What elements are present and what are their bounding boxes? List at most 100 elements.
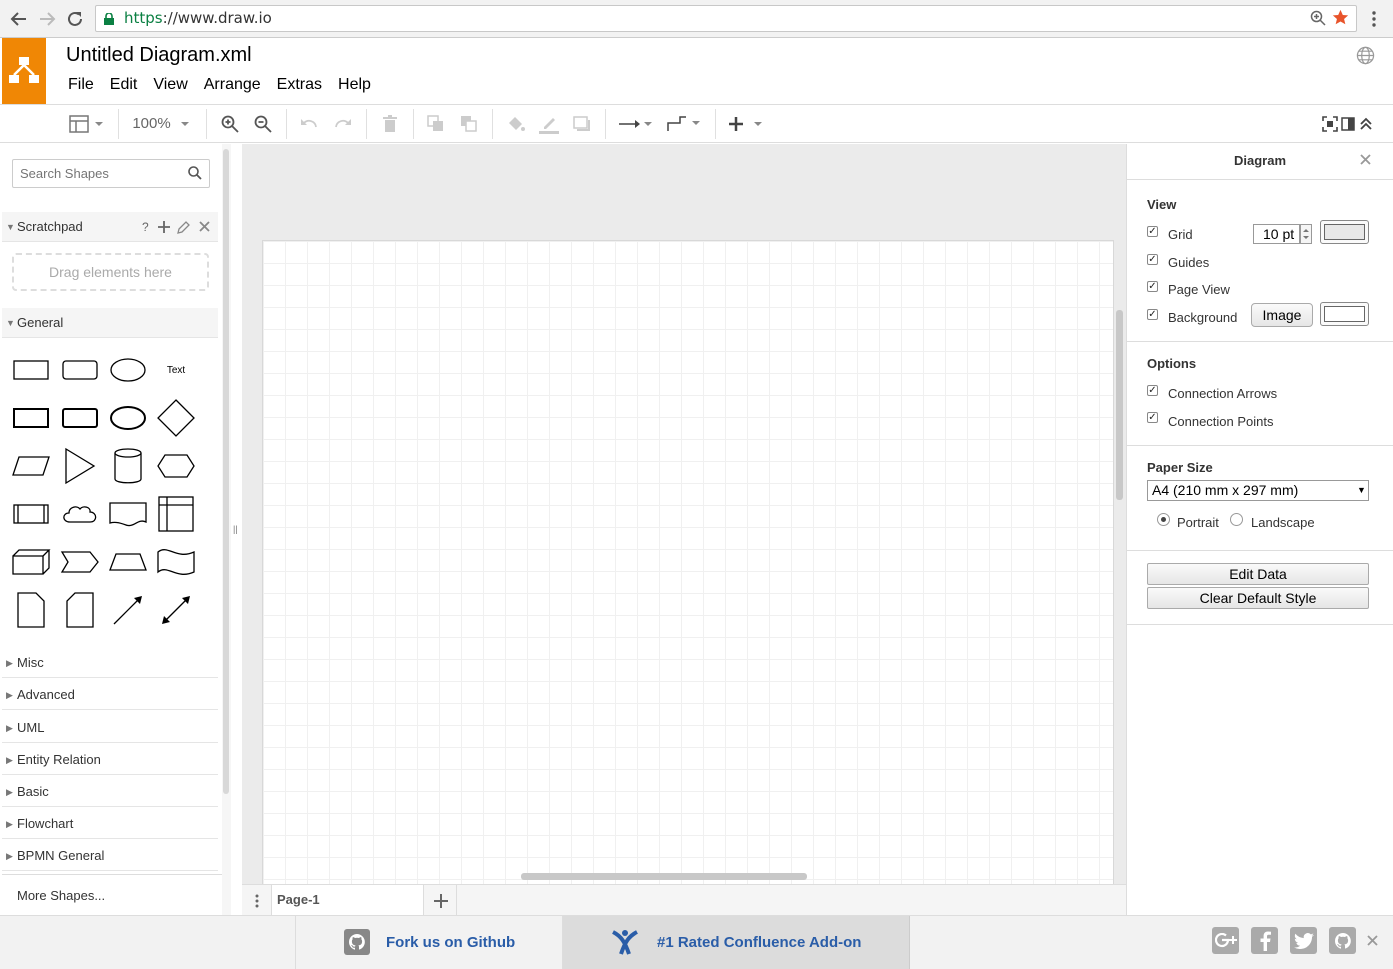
close-icon[interactable] (1360, 154, 1371, 165)
redo-icon[interactable] (331, 105, 355, 142)
zoom-out-icon[interactable] (251, 105, 275, 142)
diagram-title[interactable]: Untitled Diagram.xml (66, 44, 252, 67)
menu-help[interactable]: Help (330, 75, 379, 95)
zoom-indicator-icon[interactable] (1310, 10, 1326, 26)
undo-icon[interactable] (297, 105, 321, 142)
bookmark-star-icon[interactable] (1332, 9, 1349, 26)
connection-arrows-checkbox[interactable]: ✓ (1147, 385, 1158, 396)
language-globe-icon[interactable] (1356, 46, 1375, 65)
menu-file[interactable]: File (60, 75, 102, 95)
sidebar-section-flowchart[interactable]: ▶ Flowchart (2, 809, 218, 839)
cube-shape[interactable] (7, 538, 55, 586)
sidebar-section-entity-relation[interactable]: ▶ Entity Relation (2, 745, 218, 775)
sidebar-section-basic[interactable]: ▶ Basic (2, 777, 218, 807)
trapezoid-shape[interactable] (104, 538, 152, 586)
rounded-square-shape[interactable] (56, 394, 104, 442)
paper-size-select[interactable]: A4 (210 mm x 297 mm) ▼ (1147, 480, 1369, 501)
background-checkbox[interactable]: ✓ (1147, 309, 1158, 320)
sidebar-section-uml[interactable]: ▶ UML (2, 713, 218, 743)
menu-extras[interactable]: Extras (269, 75, 330, 95)
step-shape[interactable] (56, 538, 104, 586)
sidebar-section-misc[interactable]: ▶ Misc (2, 648, 218, 678)
grid-size-stepper[interactable] (1300, 224, 1312, 244)
fullscreen-icon[interactable] (1320, 105, 1340, 142)
twitter-icon[interactable] (1290, 927, 1317, 954)
document-shape[interactable] (104, 490, 152, 538)
scratchpad-help-icon[interactable]: ? (142, 212, 149, 242)
page-view-checkbox[interactable]: ✓ (1147, 281, 1158, 292)
menu-view[interactable]: View (145, 75, 195, 95)
scratchpad-dropzone[interactable]: Drag elements here (12, 253, 209, 291)
pages-menu-icon[interactable] (242, 885, 272, 916)
diagram-page[interactable] (262, 240, 1114, 884)
diagram-canvas[interactable] (242, 144, 1126, 884)
menu-arrange[interactable]: Arrange (196, 75, 269, 95)
facebook-icon[interactable] (1251, 927, 1278, 954)
search-shapes-input[interactable] (12, 159, 210, 188)
background-image-button[interactable]: Image (1251, 303, 1313, 327)
back-icon[interactable] (8, 8, 30, 30)
to-back-icon[interactable] (457, 105, 481, 142)
waypoints-button[interactable] (665, 105, 703, 142)
canvas-vertical-scrollbar[interactable] (1116, 310, 1123, 500)
background-color-swatch[interactable] (1320, 302, 1369, 326)
insert-button[interactable] (726, 105, 766, 142)
confluence-link[interactable]: #1 Rated Confluence Add-on (563, 916, 910, 969)
scratchpad-header[interactable]: ▼ Scratchpad ? (2, 212, 218, 242)
reload-icon[interactable] (64, 8, 86, 30)
sidebar-section-bpmn-general[interactable]: ▶ BPMN General (2, 841, 218, 871)
to-front-icon[interactable] (424, 105, 448, 142)
landscape-radio[interactable] (1230, 513, 1243, 526)
text-shape[interactable]: Text (152, 346, 200, 394)
directional-arrow-shape[interactable] (104, 586, 152, 634)
shadow-icon[interactable] (570, 105, 594, 142)
zoom-select[interactable]: 100% (130, 105, 195, 142)
scratchpad-close-icon[interactable] (199, 221, 210, 232)
panel-resize-handle[interactable]: || (233, 524, 238, 534)
scratchpad-add-icon[interactable] (158, 221, 170, 233)
process-shape[interactable] (7, 490, 55, 538)
search-icon[interactable] (188, 166, 202, 180)
connection-points-checkbox[interactable]: ✓ (1147, 412, 1158, 423)
parallelogram-shape[interactable] (7, 442, 55, 490)
internal-storage-shape[interactable] (152, 490, 200, 538)
more-shapes-link[interactable]: More Shapes... (17, 888, 105, 903)
shapes-scrollbar[interactable] (222, 144, 231, 915)
address-bar[interactable]: https://www.draw.io (95, 5, 1357, 32)
scratchpad-edit-icon[interactable] (177, 221, 190, 234)
forward-icon[interactable] (36, 8, 58, 30)
triangle-shape[interactable] (56, 442, 104, 490)
tape-shape[interactable] (152, 538, 200, 586)
page-tab[interactable]: Page-1 (272, 885, 424, 916)
grid-color-swatch[interactable] (1320, 220, 1369, 244)
portrait-radio[interactable] (1157, 513, 1170, 526)
grid-checkbox[interactable]: ✓ (1147, 226, 1158, 237)
delete-icon[interactable] (378, 105, 402, 142)
rectangle-shape[interactable] (7, 346, 55, 394)
bidirectional-arrow-shape[interactable] (152, 586, 200, 634)
circle-shape[interactable] (104, 394, 152, 442)
ellipse-shape[interactable] (104, 346, 152, 394)
edit-data-button[interactable]: Edit Data (1147, 563, 1369, 585)
github-social-icon[interactable] (1329, 927, 1356, 954)
guides-checkbox[interactable]: ✓ (1147, 254, 1158, 265)
clear-default-style-button[interactable]: Clear Default Style (1147, 587, 1369, 609)
format-panel-icon[interactable] (1339, 105, 1357, 142)
connection-style-button[interactable] (617, 105, 655, 142)
add-page-icon[interactable] (425, 885, 457, 916)
cloud-shape[interactable] (56, 490, 104, 538)
menu-edit[interactable]: Edit (102, 75, 146, 95)
github-link[interactable]: Fork us on Github (295, 916, 563, 969)
general-section-header[interactable]: ▼ General (2, 308, 218, 338)
zoom-in-icon[interactable] (218, 105, 242, 142)
drawio-logo[interactable] (2, 38, 46, 104)
hexagon-shape[interactable] (152, 442, 200, 490)
sidebar-section-advanced[interactable]: ▶ Advanced (2, 680, 218, 710)
google-plus-icon[interactable] (1212, 927, 1239, 954)
diamond-shape[interactable] (152, 394, 200, 442)
rounded-rectangle-shape[interactable] (56, 346, 104, 394)
line-color-icon[interactable] (537, 105, 561, 142)
format-panel-toggle-button[interactable] (66, 105, 108, 142)
grid-size-input[interactable]: 10 pt (1253, 224, 1300, 244)
cylinder-shape[interactable] (104, 442, 152, 490)
